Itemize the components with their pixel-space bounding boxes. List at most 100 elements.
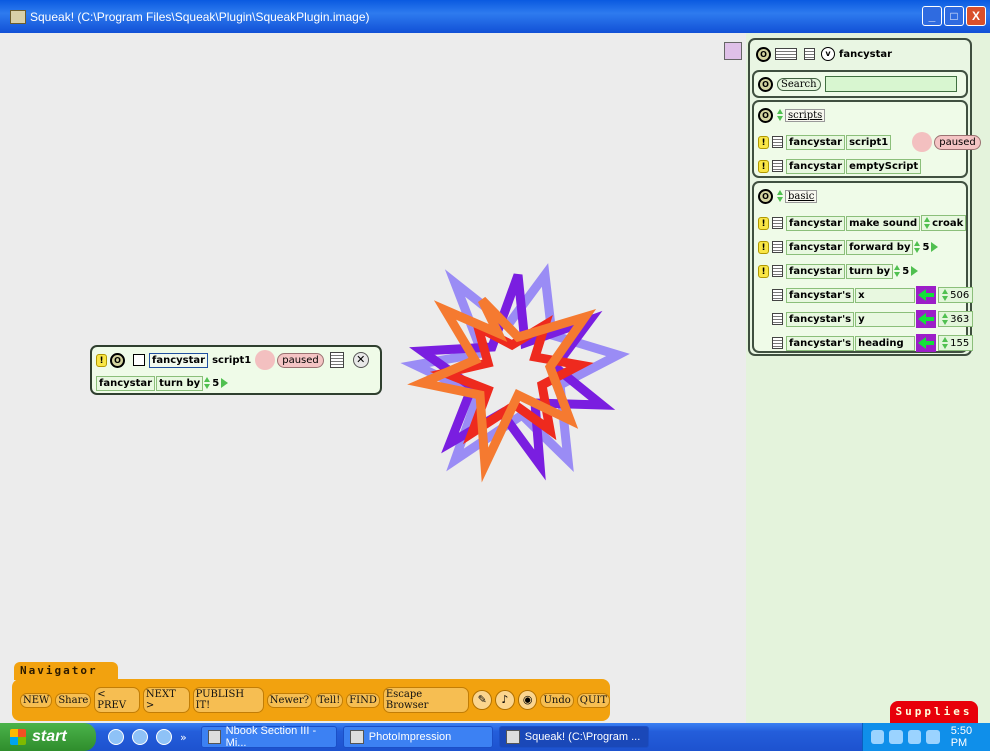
clock-icon[interactable] <box>912 132 933 152</box>
start-button[interactable]: start <box>0 723 96 751</box>
command-subject-tile[interactable]: fancystar <box>786 215 846 231</box>
search-input[interactable] <box>824 76 957 92</box>
script-textual-icon[interactable] <box>329 352 344 368</box>
window-title-bar[interactable]: Squeak! (C:\Program Files\Squeak\Plugin\… <box>0 0 990 33</box>
navigator-tab[interactable]: Navigator <box>14 662 118 680</box>
paint-brush-icon[interactable]: ✎ <box>472 690 493 710</box>
quit-button[interactable]: QUIT <box>576 692 610 708</box>
category-arrows-icon[interactable] <box>777 190 784 202</box>
slot-value[interactable]: 155 <box>938 335 974 351</box>
assign-arrow-icon[interactable] <box>916 286 937 304</box>
tray-back-icon[interactable] <box>871 730 885 744</box>
prev-button[interactable]: < PREV <box>94 687 140 713</box>
script-menu-icon[interactable]: O <box>110 352 125 368</box>
tray-network-icon[interactable] <box>889 730 903 744</box>
slot-name-tile[interactable]: heading <box>855 335 916 351</box>
tray-clock[interactable]: 5:50 PM <box>951 725 990 749</box>
do-it-icon[interactable]: ! <box>758 240 769 254</box>
clock-icon[interactable] <box>255 350 276 370</box>
script-status-button[interactable]: paused <box>277 352 324 368</box>
script-subject-tile[interactable]: fancystar <box>786 158 846 174</box>
slot-name-tile[interactable]: y <box>855 311 916 327</box>
command-tile[interactable]: turn by <box>846 263 894 279</box>
slot-row[interactable]: fancystar's heading 155 <box>772 333 974 353</box>
ie-icon[interactable] <box>108 729 124 745</box>
basic-category-menu-icon[interactable]: O <box>758 188 773 204</box>
number-arg-tile[interactable]: 5 <box>894 265 919 277</box>
script-checkbox[interactable] <box>133 354 145 366</box>
viewer-object-name[interactable]: fancystar <box>839 49 892 60</box>
show-desktop-icon[interactable] <box>132 729 148 745</box>
command-tile[interactable]: forward by <box>846 239 914 255</box>
basic-category-label[interactable]: basic <box>785 189 818 203</box>
tile-icon[interactable] <box>804 48 815 60</box>
supplies-tab[interactable]: Supplies <box>890 701 978 723</box>
line-subject-tile[interactable]: fancystar <box>96 375 156 391</box>
tile-icon[interactable] <box>772 337 783 349</box>
category-arrows-icon[interactable] <box>777 109 784 121</box>
script-row[interactable]: ! fancystar script1 paused <box>758 132 981 152</box>
object-thumbnail-icon[interactable] <box>724 42 742 60</box>
share-button[interactable]: Share <box>55 692 92 708</box>
tile-icon[interactable] <box>772 265 783 277</box>
do-it-icon[interactable]: ! <box>96 353 107 367</box>
categories-icon[interactable] <box>775 48 797 60</box>
tray-volume-icon[interactable] <box>907 730 922 744</box>
new-button[interactable]: NEW <box>20 692 53 708</box>
find-button[interactable]: FIND <box>346 692 380 708</box>
assign-arrow-icon[interactable] <box>916 310 937 328</box>
number-arg-tile[interactable]: 5 <box>914 241 939 253</box>
script-row[interactable]: ! fancystar emptyScript <box>758 156 922 176</box>
command-subject-tile[interactable]: fancystar <box>786 239 846 255</box>
variable-badge[interactable]: v <box>821 47 835 61</box>
number-arg-tile[interactable]: 5 <box>204 377 229 389</box>
newer-button[interactable]: Newer? <box>266 692 312 708</box>
command-tile[interactable]: make sound <box>846 215 921 231</box>
close-button[interactable]: X <box>966 6 986 26</box>
slot-subject-tile[interactable]: fancystar's <box>786 287 855 303</box>
slot-value[interactable]: 363 <box>938 311 974 327</box>
do-it-icon[interactable]: ! <box>758 159 769 173</box>
taskbar-item[interactable]: Nbook Section III - Mi... <box>200 725 337 749</box>
do-it-icon[interactable]: ! <box>758 264 769 278</box>
script-object-name[interactable]: fancystar <box>149 352 209 368</box>
slot-value[interactable]: 506 <box>938 287 974 303</box>
tell-button[interactable]: Tell! <box>314 692 344 708</box>
slot-name-tile[interactable]: x <box>855 287 916 303</box>
script-subject-tile[interactable]: fancystar <box>786 134 846 150</box>
next-button[interactable]: NEXT > <box>142 687 190 713</box>
object-viewer[interactable]: O v fancystar O Search O scripts ! fancy… <box>748 38 981 356</box>
command-subject-tile[interactable]: fancystar <box>786 263 846 279</box>
do-it-icon[interactable]: ! <box>758 216 769 230</box>
media-player-icon[interactable] <box>156 729 172 745</box>
command-row[interactable]: ! fancystar forward by 5 <box>758 237 939 257</box>
do-it-icon[interactable]: ! <box>758 135 769 149</box>
command-row[interactable]: ! fancystar turn by 5 <box>758 261 919 281</box>
slot-row[interactable]: fancystar's x 506 <box>772 285 974 305</box>
scripts-category-menu-icon[interactable]: O <box>758 107 773 123</box>
script-name-tile[interactable]: emptyScript <box>846 158 922 174</box>
sound-icon[interactable]: ♪ <box>495 690 515 710</box>
search-menu-icon[interactable]: O <box>758 76 773 92</box>
tile-icon[interactable] <box>772 160 783 172</box>
undo-button[interactable]: Undo <box>540 692 574 708</box>
publish-button[interactable]: PUBLISH IT! <box>192 687 264 713</box>
viewer-menu-icon[interactable]: O <box>756 46 771 62</box>
script-status-button[interactable]: paused <box>934 134 981 150</box>
fancystar-drawing[interactable] <box>390 255 630 485</box>
script-line[interactable]: fancystar turn by 5 <box>96 373 229 393</box>
quicklaunch-more-icon[interactable]: » <box>180 731 187 744</box>
scripts-category-label[interactable]: scripts <box>785 108 826 122</box>
tile-icon[interactable] <box>772 289 783 301</box>
taskbar-item[interactable]: PhotoImpression <box>342 726 493 748</box>
slot-subject-tile[interactable]: fancystar's <box>786 335 855 351</box>
taskbar-item[interactable]: Squeak! (C:\Program ... <box>498 726 649 748</box>
maximize-button[interactable]: □ <box>944 6 964 26</box>
close-icon[interactable]: ✕ <box>352 352 369 368</box>
sound-arg-tile[interactable]: croak <box>921 215 967 231</box>
globe-icon[interactable]: ◉ <box>517 690 538 710</box>
line-command-tile[interactable]: turn by <box>156 375 204 391</box>
tile-icon[interactable] <box>772 241 783 253</box>
search-button[interactable]: Search <box>777 77 821 91</box>
tile-icon[interactable] <box>772 313 783 325</box>
